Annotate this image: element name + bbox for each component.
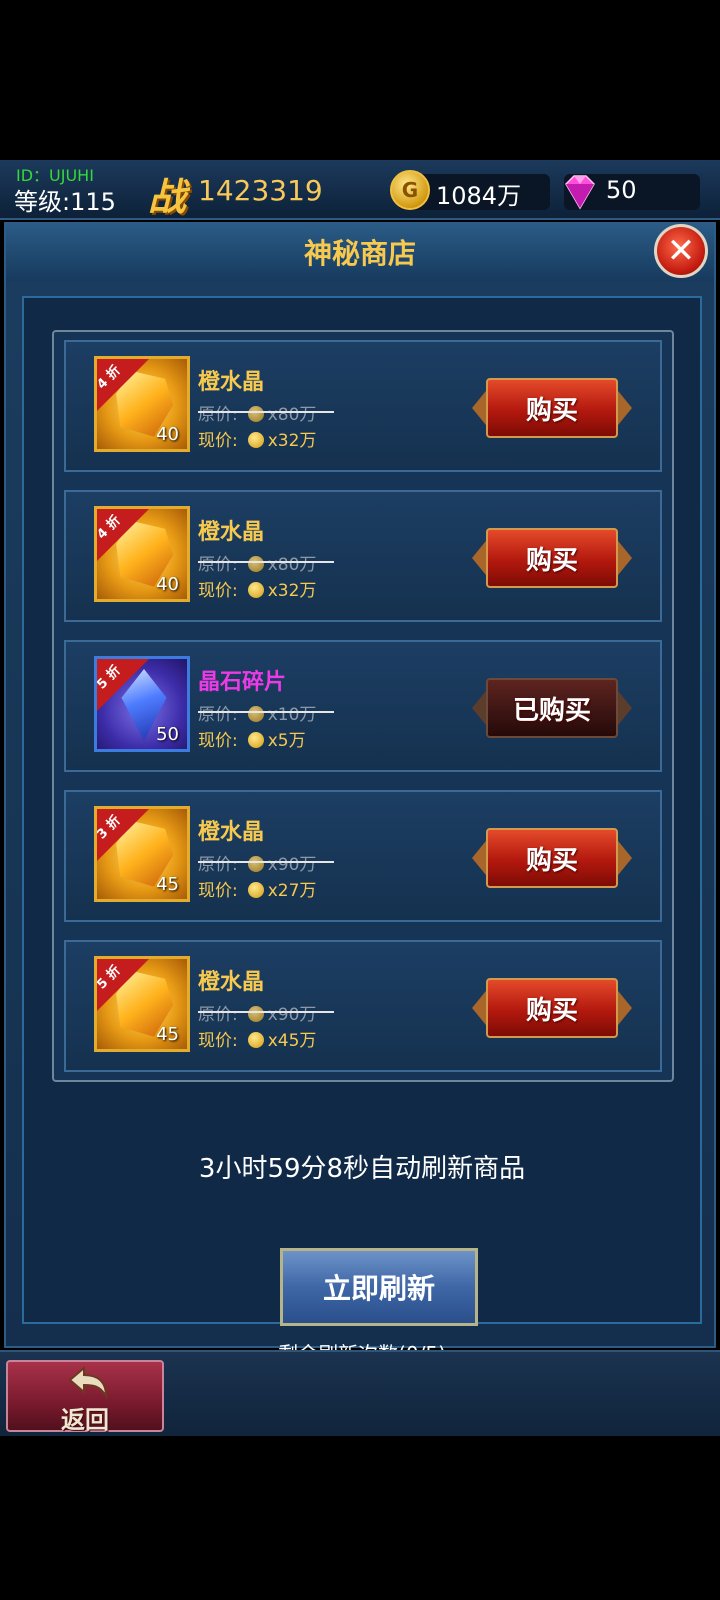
original-price: 原价: x80万 <box>198 550 336 575</box>
refresh-now-button[interactable]: 立即刷新 <box>280 1248 478 1326</box>
gold-coin-icon <box>247 856 264 872</box>
gold-coin-icon <box>247 406 264 422</box>
current-price: 现价: x5万 <box>198 726 306 751</box>
original-price-value: x10万 <box>267 705 317 725</box>
strikethrough <box>198 711 334 713</box>
top-status-bar: ID：UJUHI 等级:115 战 1423319 G 1084万 50 <box>0 160 720 220</box>
item-count: 40 <box>156 424 179 445</box>
buy-button-label: 购买 <box>486 378 618 438</box>
orange-crystal-icon: 4 折 40 <box>94 506 190 602</box>
buy-button[interactable]: 购买 <box>472 978 632 1038</box>
player-level: 等级:115 <box>14 188 116 216</box>
strikethrough <box>198 861 334 863</box>
gold-counter[interactable]: G 1084万 <box>390 170 550 210</box>
purchased-button: 已购买 <box>472 678 632 738</box>
mystery-shop-panel: 神秘商店 ✕ 4 折 40 橙水晶 原价: x80万 现价: x32万 购买 4… <box>4 222 716 1366</box>
current-price-value: x32万 <box>267 431 317 451</box>
gold-coin-icon <box>247 706 264 722</box>
power-value: 1423319 <box>198 174 323 207</box>
diamond-icon <box>565 175 595 210</box>
close-button[interactable]: ✕ <box>654 224 708 278</box>
current-price-label: 现价: <box>198 581 238 601</box>
current-price-label: 现价: <box>198 731 238 751</box>
gem-value: 50 <box>606 176 637 204</box>
back-button[interactable]: 返回 <box>6 1360 164 1434</box>
shop-content: 4 折 40 橙水晶 原价: x80万 现价: x32万 购买 4 折 40 橙… <box>22 296 702 1366</box>
back-arrow-icon <box>68 1366 108 1400</box>
current-price-label: 现价: <box>198 1031 238 1051</box>
item-count: 40 <box>156 574 179 595</box>
gold-coin-icon <box>247 882 264 898</box>
original-price: 原价: x10万 <box>198 700 336 725</box>
item-name: 晶石碎片 <box>198 670 287 695</box>
orange-crystal-icon: 5 折 45 <box>94 956 190 1052</box>
buy-button-label: 购买 <box>486 978 618 1038</box>
original-price-value: x80万 <box>267 555 317 575</box>
item-name: 橙水晶 <box>198 370 265 395</box>
gold-coin-icon <box>247 732 264 748</box>
shop-item: 5 折 45 橙水晶 原价: x90万 现价: x45万 购买 <box>64 940 662 1072</box>
current-price-label: 现价: <box>198 881 238 901</box>
current-price-value: x27万 <box>267 881 317 901</box>
buy-button-label: 购买 <box>486 828 618 888</box>
item-list: 4 折 40 橙水晶 原价: x80万 现价: x32万 购买 4 折 40 橙… <box>52 330 674 1082</box>
original-price: 原价: x80万 <box>198 400 336 425</box>
gold-coin-icon <box>247 1006 264 1022</box>
gem-counter[interactable]: 50 <box>564 174 700 210</box>
item-count: 45 <box>156 1024 179 1045</box>
gold-coin-icon <box>247 432 264 448</box>
crystal-shard-icon: 5 折 50 <box>94 656 190 752</box>
original-price-value: x90万 <box>267 1005 317 1025</box>
buy-button[interactable]: 购买 <box>472 828 632 888</box>
orange-crystal-icon: 4 折 40 <box>94 356 190 452</box>
current-price-value: x45万 <box>267 1031 317 1051</box>
item-name: 橙水晶 <box>198 820 265 845</box>
buy-button[interactable]: 购买 <box>472 378 632 438</box>
original-price: 原价: x90万 <box>198 1000 336 1025</box>
gold-coin-icon <box>247 1032 264 1048</box>
current-price-label: 现价: <box>198 431 238 451</box>
power-icon: 战 <box>148 175 187 219</box>
item-count: 45 <box>156 874 179 895</box>
current-price: 现价: x32万 <box>198 426 316 451</box>
original-price: 原价: x90万 <box>198 850 336 875</box>
item-count: 50 <box>156 724 179 745</box>
current-price: 现价: x27万 <box>198 876 316 901</box>
panel-title: 神秘商店 <box>303 237 416 270</box>
refresh-timer: 3小时59分8秒自动刷新商品 <box>198 1154 526 1184</box>
strikethrough <box>198 411 334 413</box>
gold-value: 1084万 <box>436 182 522 210</box>
gold-coin-icon: G <box>390 170 430 210</box>
strikethrough <box>198 1011 334 1013</box>
current-price: 现价: x32万 <box>198 576 316 601</box>
panel-title-bar: 神秘商店 ✕ <box>6 224 714 282</box>
purchased-button-label: 已购买 <box>486 678 618 738</box>
gold-coin-icon <box>247 556 264 572</box>
item-name: 橙水晶 <box>198 970 265 995</box>
strikethrough <box>198 561 334 563</box>
current-price-value: x5万 <box>267 731 306 751</box>
current-price: 现价: x45万 <box>198 1026 316 1051</box>
item-name: 橙水晶 <box>198 520 265 545</box>
current-price-value: x32万 <box>267 581 317 601</box>
original-price-value: x90万 <box>267 855 317 875</box>
shop-item: 5 折 50 晶石碎片 原价: x10万 现价: x5万 已购买 <box>64 640 662 772</box>
original-price-value: x80万 <box>267 405 317 425</box>
shop-item: 4 折 40 橙水晶 原价: x80万 现价: x32万 购买 <box>64 340 662 472</box>
orange-crystal-icon: 3 折 45 <box>94 806 190 902</box>
gold-coin-icon <box>247 582 264 598</box>
shop-item: 3 折 45 橙水晶 原价: x90万 现价: x27万 购买 <box>64 790 662 922</box>
buy-button-label: 购买 <box>486 528 618 588</box>
screen: ID：UJUHI 等级:115 战 1423319 G 1084万 50 神秘商… <box>0 0 720 1600</box>
buy-button[interactable]: 购买 <box>472 528 632 588</box>
shop-item: 4 折 40 橙水晶 原价: x80万 现价: x32万 购买 <box>64 490 662 622</box>
bottom-bar: 返回 <box>0 1350 720 1436</box>
back-button-label: 返回 <box>61 1405 109 1434</box>
